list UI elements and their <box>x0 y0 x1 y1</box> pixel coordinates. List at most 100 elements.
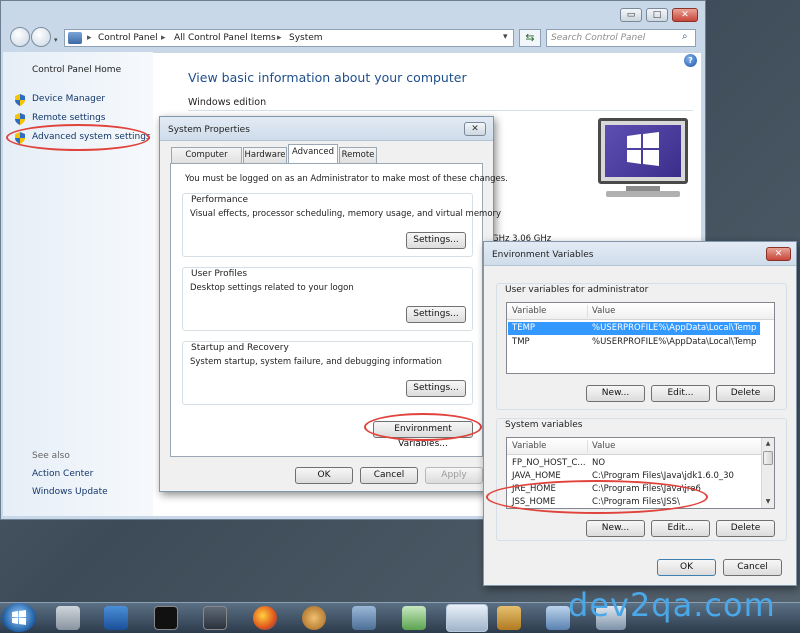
annotation-circle <box>364 413 482 441</box>
sidebar-home-link[interactable]: Control Panel Home <box>32 65 121 75</box>
close-button[interactable]: ✕ <box>672 8 698 22</box>
windows-logo-icon <box>627 132 659 166</box>
folder-app-icon[interactable] <box>497 606 521 630</box>
group-label: User Profiles <box>189 269 250 279</box>
close-icon: ✕ <box>774 249 783 259</box>
media-app-icon[interactable] <box>302 606 326 630</box>
annotation-circle <box>486 480 708 514</box>
forward-button[interactable] <box>31 27 51 47</box>
maximize-button[interactable]: □ <box>646 8 668 22</box>
user-profiles-settings-button[interactable]: Settings... <box>406 306 466 323</box>
admin-note: You must be logged on as an Administrato… <box>185 174 508 184</box>
variable-name: FP_NO_HOST_C... <box>512 458 586 468</box>
performance-group: Performance Visual effects, processor sc… <box>182 193 501 257</box>
notepad-app-icon[interactable] <box>402 606 426 630</box>
address-bar[interactable]: ▸ Control Panel ▸ All Control Panel Item… <box>64 29 514 47</box>
history-chevron-icon[interactable]: ▾ <box>54 36 58 44</box>
sidebar-link-windows-update[interactable]: Windows Update <box>32 487 108 497</box>
group-label: Startup and Recovery <box>189 343 291 353</box>
help-label: ? <box>688 56 693 65</box>
group-label: System variables <box>503 420 585 430</box>
crumb-all-items[interactable]: All Control Panel Items <box>174 33 276 43</box>
tab-computer-name[interactable]: Computer Name <box>171 147 242 174</box>
virtualbox-icon[interactable] <box>352 606 376 630</box>
section-heading: Windows edition <box>188 97 267 108</box>
user-delete-button[interactable]: Delete <box>716 385 775 402</box>
tab-hardware[interactable]: Hardware <box>243 147 287 163</box>
sidebar-item-remote-settings[interactable]: Remote settings <box>32 113 105 123</box>
tab-panel: You must be logged on as an Administrato… <box>170 163 508 457</box>
tab-remote[interactable]: Remote <box>339 147 377 163</box>
crumb-system[interactable]: System <box>289 33 323 43</box>
monitor-icon <box>598 118 688 184</box>
scrollbar[interactable]: ▲ ▼ <box>761 438 774 508</box>
column-header-value[interactable]: Value <box>592 441 615 451</box>
tab-advanced[interactable]: Advanced <box>288 144 338 164</box>
close-button[interactable]: ✕ <box>464 122 486 136</box>
group-description: Desktop settings related to your logon <box>190 283 354 293</box>
group-description: System startup, system failure, and debu… <box>190 357 442 367</box>
explorer-icon[interactable] <box>446 604 488 632</box>
search-input[interactable]: Search Control Panel <box>546 29 696 47</box>
list-item[interactable]: TMP %USERPROFILE%\AppData\Local\Temp <box>508 336 760 349</box>
cancel-button[interactable]: Cancel <box>723 559 782 576</box>
help-icon[interactable]: ? <box>684 54 697 67</box>
scroll-down-icon[interactable]: ▼ <box>762 496 774 508</box>
scroll-thumb[interactable] <box>763 451 773 465</box>
ok-button[interactable]: OK <box>295 467 353 484</box>
windows-logo-icon <box>12 610 26 625</box>
watermark: dev2qa.com <box>568 586 776 624</box>
performance-settings-button[interactable]: Settings... <box>406 232 466 249</box>
crumb-control-panel[interactable]: Control Panel <box>98 33 158 43</box>
list-item[interactable]: TEMP %USERPROFILE%\AppData\Local\Temp <box>508 322 760 335</box>
system-edit-button[interactable]: Edit... <box>651 520 710 537</box>
maximize-icon: □ <box>652 10 662 20</box>
group-label: User variables for administrator <box>503 285 651 295</box>
system-properties-dialog: System Properties ✕ Computer Name Hardwa… <box>159 116 508 492</box>
sidebar-link-action-center[interactable]: Action Center <box>32 469 93 479</box>
sidebar-item-device-manager[interactable]: Device Manager <box>32 94 105 104</box>
column-header-value[interactable]: Value <box>592 306 615 316</box>
ok-button[interactable]: OK <box>657 559 716 576</box>
refresh-icon[interactable]: ⇆ <box>519 29 541 47</box>
variable-name: TMP <box>512 337 530 347</box>
control-panel-icon <box>68 32 82 44</box>
variable-value: NO <box>592 458 606 468</box>
startup-recovery-settings-button[interactable]: Settings... <box>406 380 466 397</box>
back-button[interactable] <box>10 27 30 47</box>
list-header: Variable Value <box>507 303 774 320</box>
minimize-icon: ▭ <box>626 10 636 20</box>
crumb-separator: ▸ <box>87 33 92 43</box>
system-app-icon[interactable] <box>546 606 570 630</box>
shield-icon <box>15 113 25 125</box>
command-prompt-icon[interactable] <box>154 606 178 630</box>
cancel-button[interactable]: Cancel <box>360 467 418 484</box>
user-variables-list[interactable]: Variable Value TEMP %USERPROFILE%\AppDat… <box>506 302 775 374</box>
page-title: View basic information about your comput… <box>188 70 467 85</box>
firefox-icon[interactable] <box>253 606 277 630</box>
list-header: Variable Value <box>507 438 774 455</box>
shield-icon <box>15 94 25 106</box>
start-button[interactable] <box>2 603 36 632</box>
user-new-button[interactable]: New... <box>586 385 645 402</box>
apply-button[interactable]: Apply <box>425 467 483 484</box>
crumb-separator: ▸ <box>277 33 282 43</box>
see-also-label: See also <box>32 451 70 461</box>
system-delete-button[interactable]: Delete <box>716 520 775 537</box>
powershell-icon[interactable] <box>104 606 128 630</box>
search-icon[interactable]: ⌕ <box>682 31 688 42</box>
address-dropdown-icon[interactable]: ▾ <box>503 32 508 42</box>
section-divider <box>188 110 693 111</box>
scroll-up-icon[interactable]: ▲ <box>762 438 774 450</box>
user-edit-button[interactable]: Edit... <box>651 385 710 402</box>
minimize-button[interactable]: ▭ <box>620 8 642 22</box>
column-header-variable[interactable]: Variable <box>512 306 546 316</box>
list-item[interactable]: FP_NO_HOST_C... NO <box>508 457 760 470</box>
network-app-icon[interactable] <box>56 606 80 630</box>
column-header-variable[interactable]: Variable <box>512 441 546 451</box>
startup-recovery-group: Startup and Recovery System startup, sys… <box>182 341 473 405</box>
system-new-button[interactable]: New... <box>586 520 645 537</box>
environment-variables-dialog: Environment Variables ✕ User variables f… <box>483 241 797 586</box>
mysql-icon[interactable] <box>203 606 227 630</box>
close-button[interactable]: ✕ <box>766 247 791 261</box>
